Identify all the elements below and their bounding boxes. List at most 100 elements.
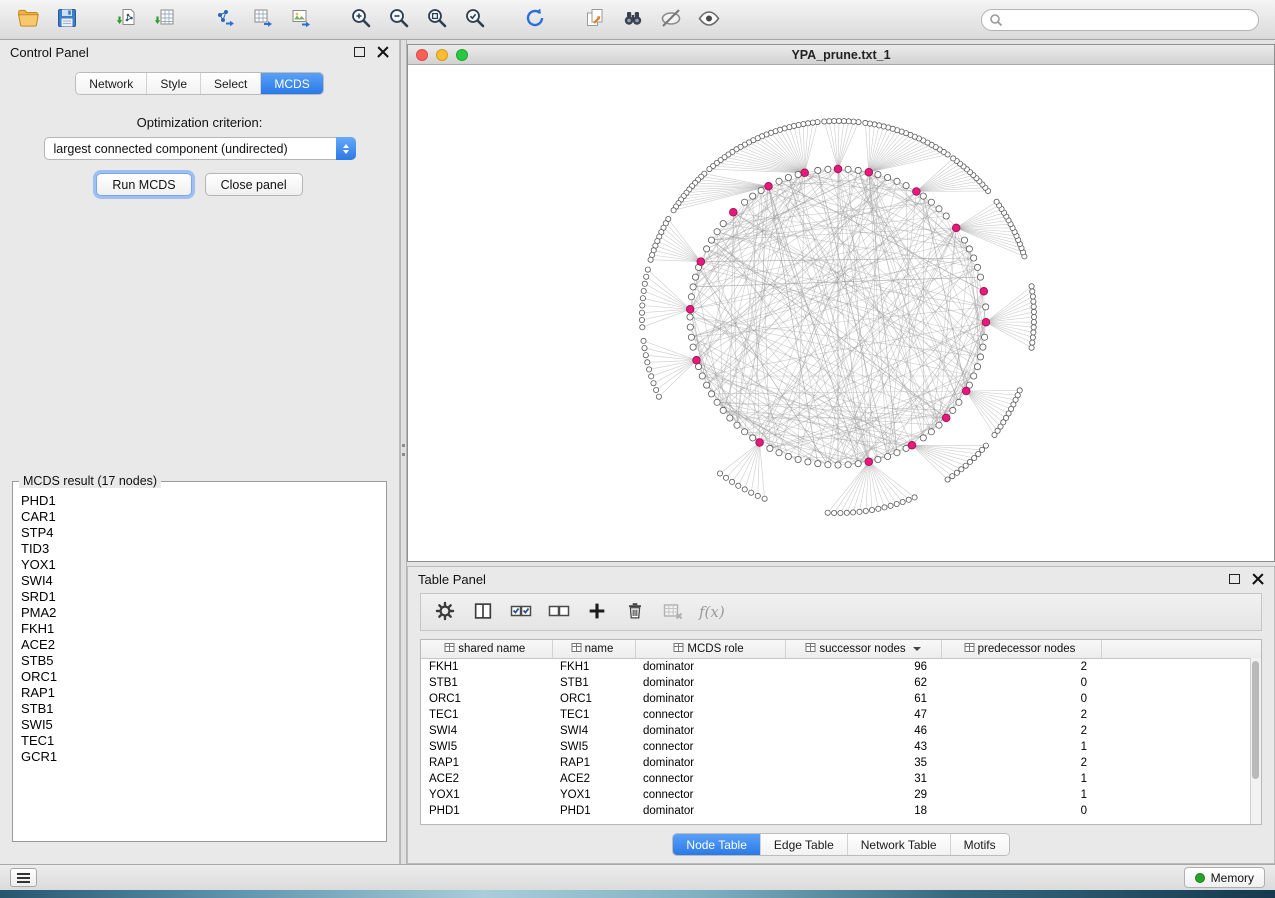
- network-node[interactable]: [959, 467, 964, 472]
- table-row[interactable]: TEC1TEC1connector472: [421, 707, 1262, 723]
- create-column-button[interactable]: [581, 597, 613, 627]
- network-node[interactable]: [974, 264, 980, 270]
- list-item[interactable]: FKH1: [21, 621, 378, 637]
- network-node[interactable]: [1031, 304, 1036, 309]
- table-row[interactable]: PHD1PHD1dominator180: [421, 803, 1262, 819]
- network-dominator-node[interactable]: [756, 439, 764, 447]
- network-node[interactable]: [687, 314, 693, 320]
- network-node[interactable]: [841, 119, 846, 124]
- network-node[interactable]: [835, 462, 841, 468]
- close-panel-icon[interactable]: [377, 46, 389, 58]
- network-node[interactable]: [1031, 309, 1036, 314]
- table-settings-button[interactable]: [429, 597, 461, 627]
- zoom-out-button[interactable]: [380, 4, 418, 36]
- network-dominator-node[interactable]: [686, 306, 694, 314]
- network-node[interactable]: [1031, 330, 1036, 335]
- network-node[interactable]: [928, 429, 934, 435]
- list-item[interactable]: PHD1: [21, 493, 378, 509]
- network-node[interactable]: [945, 477, 950, 482]
- network-node[interactable]: [647, 367, 652, 372]
- graphics-details-button[interactable]: [652, 4, 690, 36]
- network-node[interactable]: [742, 199, 748, 205]
- network-dominator-node[interactable]: [730, 209, 738, 217]
- list-item[interactable]: ORC1: [21, 669, 378, 685]
- network-node[interactable]: [972, 455, 977, 460]
- network-node[interactable]: [1029, 345, 1034, 350]
- tab-edge-table[interactable]: Edge Table: [761, 834, 848, 855]
- table-row[interactable]: STB1STB1dominator620: [421, 675, 1262, 691]
- tab-network[interactable]: Network: [76, 73, 147, 94]
- network-node[interactable]: [982, 334, 988, 340]
- network-node[interactable]: [645, 267, 650, 272]
- network-node[interactable]: [844, 510, 849, 515]
- network-node[interactable]: [894, 501, 899, 506]
- network-node[interactable]: [971, 255, 977, 261]
- network-node[interactable]: [1030, 294, 1035, 299]
- network-dominator-node[interactable]: [952, 224, 960, 232]
- list-item[interactable]: TEC1: [21, 733, 378, 749]
- network-dominator-node[interactable]: [980, 288, 988, 296]
- list-item[interactable]: STB1: [21, 701, 378, 717]
- network-node[interactable]: [645, 360, 650, 365]
- network-node[interactable]: [920, 193, 926, 199]
- network-node[interactable]: [776, 178, 782, 184]
- network-dominator-node[interactable]: [834, 165, 842, 173]
- network-node[interactable]: [723, 475, 728, 480]
- import-table-button[interactable]: [146, 4, 184, 36]
- task-history-button[interactable]: [10, 868, 37, 887]
- network-dominator-node[interactable]: [982, 318, 990, 326]
- network-node[interactable]: [845, 462, 851, 468]
- network-node[interactable]: [762, 496, 767, 501]
- memory-button[interactable]: Memory: [1184, 867, 1265, 888]
- network-node[interactable]: [845, 166, 851, 172]
- network-node[interactable]: [714, 229, 720, 235]
- panel-splitter[interactable]: [400, 40, 407, 864]
- network-node[interactable]: [717, 471, 722, 476]
- search-input[interactable]: [981, 9, 1259, 31]
- export-network-button[interactable]: [206, 4, 244, 36]
- network-graph[interactable]: [408, 65, 1274, 562]
- network-node[interactable]: [912, 495, 917, 500]
- network-node[interactable]: [640, 303, 645, 308]
- network-canvas[interactable]: [408, 65, 1274, 562]
- unselect-all-columns-button[interactable]: [543, 597, 575, 627]
- network-node[interactable]: [863, 508, 868, 513]
- network-dominator-node[interactable]: [962, 387, 970, 395]
- network-node[interactable]: [785, 174, 791, 180]
- network-node[interactable]: [885, 174, 891, 180]
- network-node[interactable]: [651, 381, 656, 386]
- network-node[interactable]: [822, 119, 827, 124]
- network-node[interactable]: [869, 507, 874, 512]
- network-node[interactable]: [943, 213, 949, 219]
- network-node[interactable]: [810, 120, 815, 125]
- network-node[interactable]: [642, 346, 647, 351]
- network-node[interactable]: [742, 429, 748, 435]
- network-dominator-node[interactable]: [913, 188, 921, 196]
- network-node[interactable]: [876, 506, 881, 511]
- network-node[interactable]: [885, 453, 891, 459]
- network-node[interactable]: [875, 456, 881, 462]
- network-node[interactable]: [749, 490, 754, 495]
- window-minimize-traffic-icon[interactable]: [436, 49, 448, 61]
- network-node[interactable]: [742, 487, 747, 492]
- network-node[interactable]: [994, 199, 999, 204]
- network-node[interactable]: [980, 447, 985, 452]
- network-node[interactable]: [692, 274, 698, 280]
- network-node[interactable]: [832, 118, 837, 123]
- network-node[interactable]: [815, 461, 821, 467]
- save-session-button[interactable]: [48, 4, 86, 36]
- table-row[interactable]: YOX1YOX1connector291: [421, 787, 1262, 803]
- network-node[interactable]: [795, 456, 801, 462]
- network-node[interactable]: [875, 171, 881, 177]
- network-node[interactable]: [640, 325, 645, 330]
- network-node[interactable]: [882, 505, 887, 510]
- network-node[interactable]: [894, 178, 900, 184]
- table-row[interactable]: SWI5SWI5connector431: [421, 739, 1262, 755]
- float-panel-icon[interactable]: [354, 47, 365, 57]
- network-node[interactable]: [708, 237, 714, 243]
- network-node[interactable]: [642, 281, 647, 286]
- show-hide-button[interactable]: [690, 4, 728, 36]
- network-node[interactable]: [950, 474, 955, 479]
- network-node[interactable]: [983, 304, 989, 310]
- zoom-in-button[interactable]: [342, 4, 380, 36]
